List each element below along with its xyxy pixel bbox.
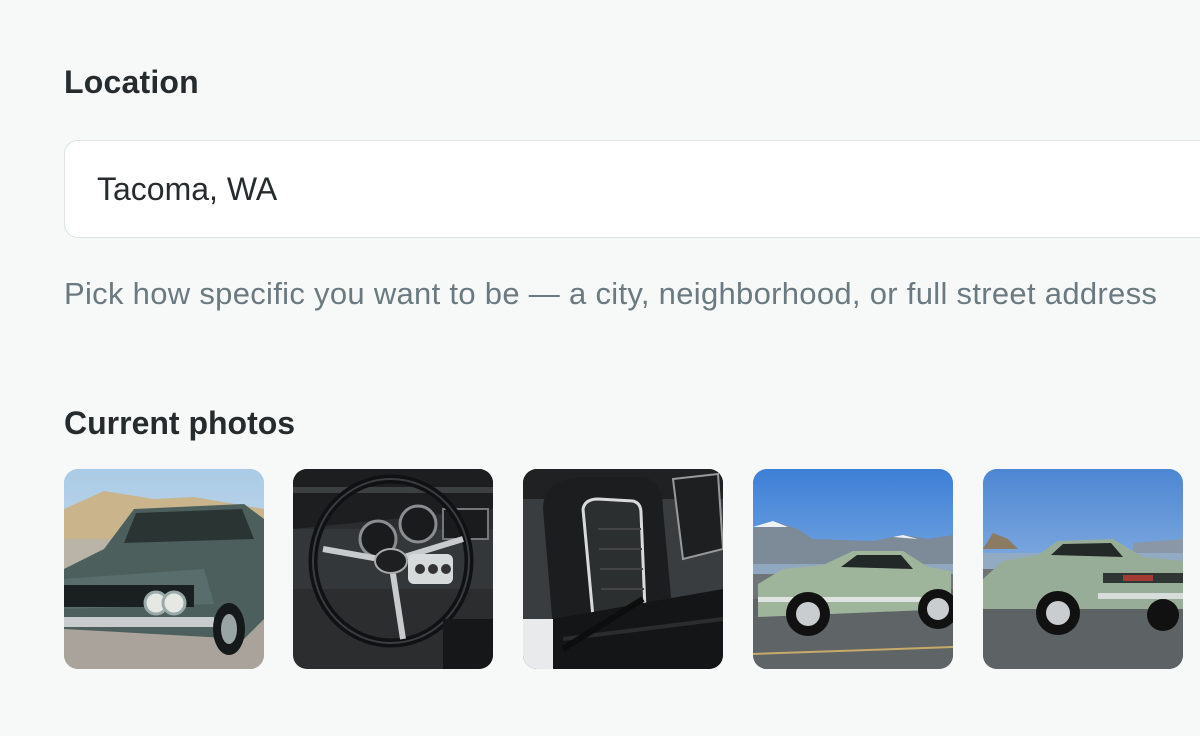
listing-editor: Location Pick how specific you want to b…: [0, 0, 1200, 736]
photo-thumbnail-3[interactable]: [523, 469, 723, 669]
current-photos-label: Current photos: [64, 405, 296, 441]
location-helper-text: Pick how specific you want to be — a cit…: [64, 276, 1158, 311]
location-label: Location: [64, 64, 199, 100]
photo-thumbnail-2[interactable]: [293, 469, 493, 669]
bucket-seats-photo: [523, 469, 723, 669]
location-input[interactable]: [64, 140, 1200, 238]
photo-thumbnail-1[interactable]: [64, 469, 264, 669]
photo-thumbnail-5[interactable]: [983, 469, 1183, 669]
steering-wheel-photo: [293, 469, 493, 669]
photo-thumbnail-4[interactable]: [753, 469, 953, 669]
car-rear-photo: [983, 469, 1183, 669]
car-front-photo: [64, 469, 264, 669]
car-side-photo: [753, 469, 953, 669]
